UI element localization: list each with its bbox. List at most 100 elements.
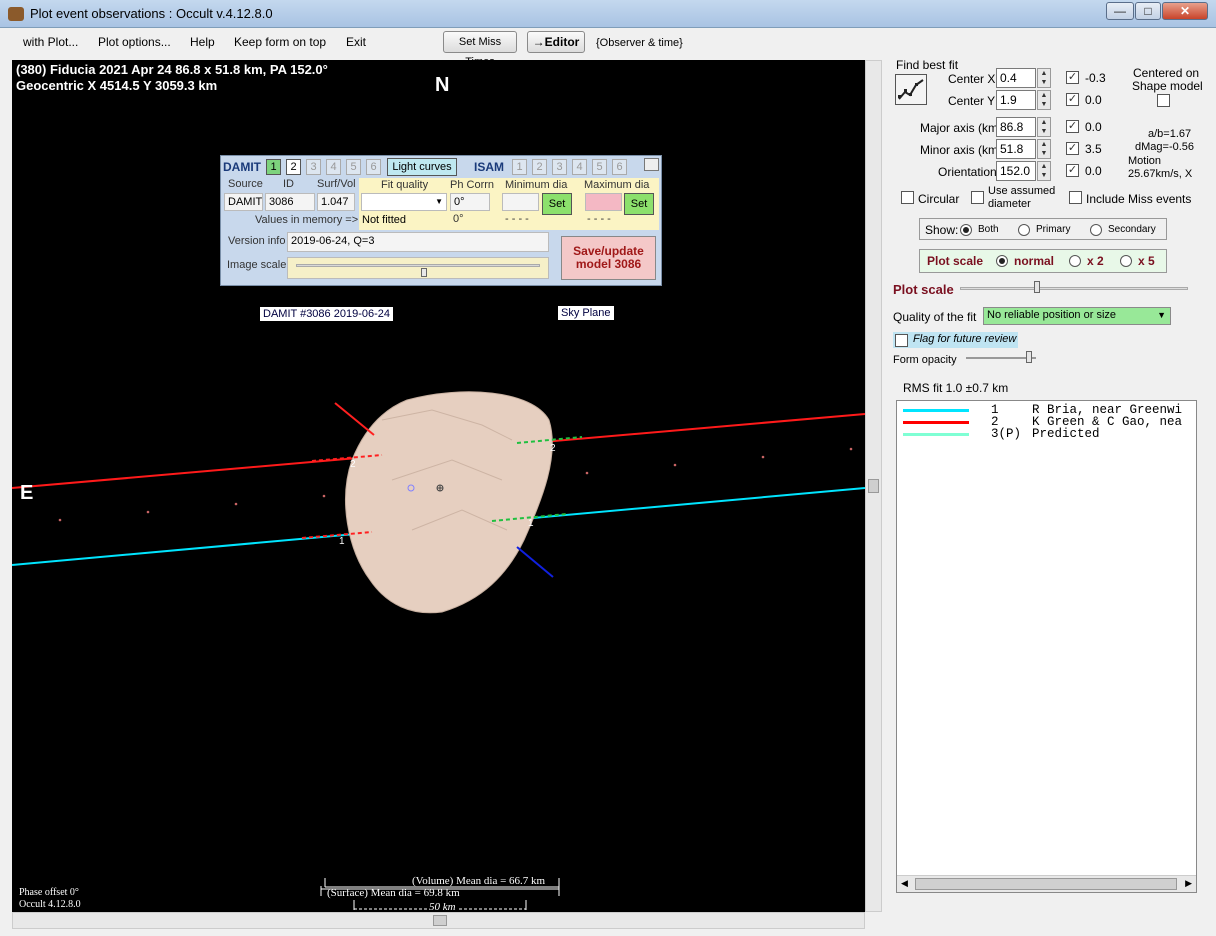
centered-on-label: Centered on [1133, 66, 1200, 80]
menu-exit[interactable]: Exit [346, 35, 366, 49]
legend-line-1 [903, 409, 969, 412]
plot-scale-slider[interactable] [956, 280, 1190, 298]
pole-vector-south [516, 546, 554, 578]
plot-header-line2: Geocentric X 4514.5 Y 3059.3 km [16, 78, 218, 93]
damit-model-4[interactable]: 4 [326, 159, 341, 175]
show-both-radio[interactable] [960, 224, 972, 236]
menu-with-plot[interactable]: with Plot... [23, 35, 78, 49]
centered-on-shape-checkbox[interactable] [1157, 94, 1170, 107]
minimum-dia-field[interactable] [502, 193, 539, 211]
maximum-dia-field[interactable] [585, 193, 622, 211]
damit-panel: DAMIT 1 2 3 4 5 6 Light curves ISAM 1 2 … [220, 155, 662, 286]
show-secondary-radio[interactable] [1090, 224, 1102, 236]
source-field: DAMIT [224, 193, 263, 211]
plot-vertical-scrollbar[interactable] [865, 60, 882, 912]
damit-model-6[interactable]: 6 [366, 159, 381, 175]
damit-model-3[interactable]: 3 [306, 159, 321, 175]
plot-scale-x5-radio[interactable] [1120, 255, 1132, 267]
scroll-left-icon[interactable]: ◀ [901, 878, 908, 889]
surf-vol-field: 1.047 [317, 193, 355, 211]
chevron-down-icon: ▼ [1157, 310, 1166, 320]
orientation-checkbox[interactable]: ✓ [1066, 164, 1079, 177]
flag-review-checkbox[interactable] [895, 334, 908, 347]
legend-hscroll[interactable]: ◀ ▶ [897, 875, 1196, 892]
form-opacity-thumb[interactable] [1026, 351, 1032, 363]
close-button[interactable]: ✕ [1162, 2, 1208, 20]
minor-axis-spinner[interactable]: ▲ ▼ [1037, 139, 1051, 159]
center-y-label: Center Y [948, 94, 996, 108]
editor-button[interactable]: →Editor [527, 31, 585, 53]
form-opacity-slider[interactable] [964, 350, 1038, 366]
minor-axis-input[interactable]: 51.8 [996, 139, 1036, 159]
major-axis-input[interactable]: 86.8 [996, 117, 1036, 137]
isam-model-1[interactable]: 1 [512, 159, 527, 175]
dmag-value: dMag=-0.56 [1135, 141, 1195, 153]
show-primary-radio[interactable] [1018, 224, 1030, 236]
menu-keep-form-on-top[interactable]: Keep form on top [234, 35, 326, 49]
chord-legend[interactable]: 1 R Bria, near Greenwi 2 K Green & C Gao… [896, 400, 1197, 893]
quality-of-fit-select[interactable]: No reliable position or size ▼ [983, 307, 1171, 325]
center-x-checkbox[interactable]: ✓ [1066, 71, 1079, 84]
menu-help[interactable]: Help [190, 35, 215, 49]
isam-model-2[interactable]: 2 [532, 159, 547, 175]
legend-hscroll-thumb[interactable] [915, 878, 1177, 890]
north-label: N [435, 74, 450, 96]
center-y-checkbox[interactable]: ✓ [1066, 93, 1079, 106]
damit-model-1[interactable]: 1 [266, 159, 281, 175]
light-curves-button[interactable]: Light curves [387, 158, 457, 176]
hdr-surf-vol: Surf/Vol [317, 178, 356, 190]
plot-scale-normal-radio[interactable] [996, 255, 1008, 267]
hdr-fit-quality: Fit quality [381, 179, 429, 191]
isam-model-4[interactable]: 4 [572, 159, 587, 175]
set-minimum-button[interactable]: Set [542, 193, 572, 215]
image-scale-label: Image scale [227, 259, 287, 271]
vscroll-thumb[interactable] [868, 479, 879, 493]
center-y-spinner[interactable]: ▲ ▼ [1037, 90, 1051, 110]
plot-header-line1: (380) Fiducia 2021 Apr 24 86.8 x 51.8 km… [16, 62, 328, 77]
use-assumed-label-2: diameter [988, 198, 1031, 210]
center-x-spinner[interactable]: ▲ ▼ [1037, 68, 1051, 88]
minor-axis-checkbox[interactable]: ✓ [1066, 142, 1079, 155]
isam-model-6[interactable]: 6 [612, 159, 627, 175]
quality-of-fit-value: No reliable position or size [987, 309, 1117, 321]
plot-scale-slider-label: Plot scale [893, 282, 954, 297]
minimize-button[interactable]: — [1106, 2, 1134, 20]
include-miss-checkbox[interactable] [1069, 191, 1082, 204]
set-miss-times-button[interactable]: Set Miss Times [443, 31, 517, 68]
plot-scale-x2-radio[interactable] [1069, 255, 1081, 267]
isam-model-3[interactable]: 3 [552, 159, 567, 175]
menu-plot-options[interactable]: Plot options... [98, 35, 171, 49]
sky-plane-label: Sky Plane [558, 306, 614, 320]
image-scale-slider[interactable] [287, 257, 549, 279]
orientation-spinner[interactable]: ▲ ▼ [1037, 161, 1051, 181]
plot-version: Occult 4.12.8.0 [19, 899, 81, 910]
damit-model-2[interactable]: 2 [286, 159, 301, 175]
hscroll-thumb[interactable] [433, 915, 447, 926]
isam-title: ISAM [474, 160, 504, 174]
major-axis-spinner[interactable]: ▲ ▼ [1037, 117, 1051, 137]
isam-model-5[interactable]: 5 [592, 159, 607, 175]
ph-corr-field[interactable]: 0° [450, 193, 490, 211]
save-update-model-button[interactable]: Save/update model 3086 [561, 236, 656, 280]
fit-quality-select[interactable]: ▼ [361, 193, 447, 211]
window-title: Plot event observations : Occult v.4.12.… [30, 6, 273, 21]
orientation-input[interactable]: 152.0 [996, 161, 1036, 181]
damit-model-5[interactable]: 5 [346, 159, 361, 175]
scroll-right-icon[interactable]: ▶ [1185, 878, 1192, 889]
plot-scale-slider-thumb[interactable] [1034, 281, 1040, 293]
find-best-fit-button[interactable] [895, 74, 927, 105]
center-x-input[interactable]: 0.4 [996, 68, 1036, 88]
set-maximum-button[interactable]: Set [624, 193, 654, 215]
circular-checkbox[interactable] [901, 191, 914, 204]
phase-offset: Phase offset 0° [19, 887, 79, 898]
center-y-input[interactable]: 1.9 [996, 90, 1036, 110]
flag-review-group: Flag for future review [893, 332, 1018, 348]
use-assumed-diameter-checkbox[interactable] [971, 191, 984, 204]
damit-plot-label: DAMIT #3086 2019-06-24 [260, 307, 393, 321]
plot-scale-x5-label: x 5 [1138, 254, 1155, 268]
damit-collapse-button[interactable] [644, 158, 659, 171]
maximize-button[interactable]: □ [1135, 2, 1161, 20]
save-model-label: model 3086 [575, 257, 642, 271]
plot-horizontal-scrollbar[interactable] [12, 912, 865, 929]
major-axis-checkbox[interactable]: ✓ [1066, 120, 1079, 133]
